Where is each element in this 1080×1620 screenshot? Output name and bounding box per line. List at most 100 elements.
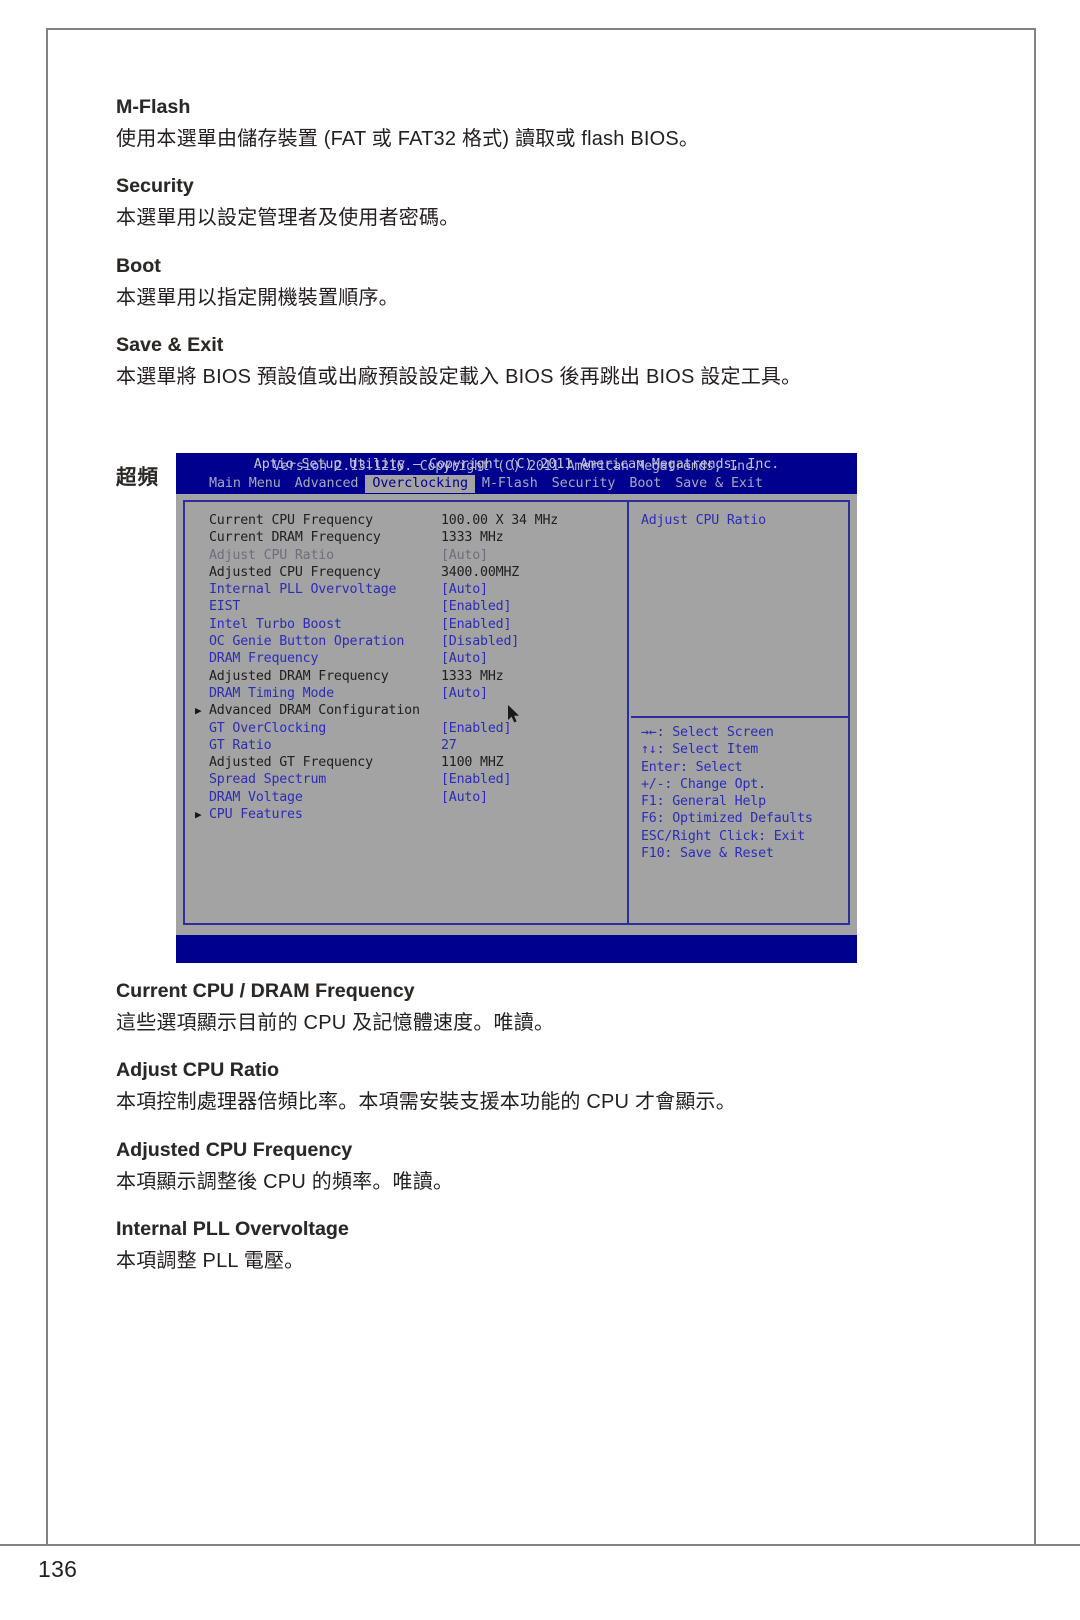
bios-setting-value[interactable]: [Auto]	[441, 581, 488, 598]
bios-setting-row[interactable]: OC Genie Button Operation [Disabled]	[195, 633, 625, 650]
bios-key-hint: F1: General Help	[641, 794, 766, 810]
section-body: 本項顯示調整後 CPU 的頻率。唯讀。	[116, 1170, 454, 1193]
bios-setting-row[interactable]: GT OverClocking [Enabled]	[195, 720, 625, 737]
bios-setting-label: Current DRAM Frequency	[209, 530, 381, 546]
bios-setting-row[interactable]: Adjusted GT Frequency 1100 MHZ	[195, 754, 625, 771]
bios-settings-list[interactable]: Current CPU Frequency 100.00 X 34 MHz Curr…	[195, 512, 625, 823]
bios-setting-row[interactable]: ▶ Advanced DRAM Configuration	[195, 702, 625, 719]
bios-menu-item-overclocking[interactable]: Overclocking	[365, 475, 475, 493]
bios-setting-label: Internal PLL Overvoltage	[209, 582, 397, 598]
section-body: 這些選項顯示目前的 CPU 及記憶體速度。唯讀。	[116, 1012, 555, 1034]
bios-setting-row[interactable]: DRAM Voltage [Auto]	[195, 789, 625, 806]
bios-setting-row[interactable]: Internal PLL Overvoltage [Auto]	[195, 581, 625, 598]
bios-menu-item-advanced[interactable]: Advanced	[288, 475, 366, 493]
submenu-triangle-icon: ▶	[195, 704, 202, 718]
bios-setting-row[interactable]: GT Ratio 27	[195, 737, 625, 754]
bios-setting-label: DRAM Timing Mode	[209, 685, 334, 701]
bios-setting-value[interactable]: 1100 MHZ	[441, 754, 504, 771]
bios-key-hint: →←: Select Screen	[641, 725, 774, 740]
bios-setting-label: Adjusted GT Frequency	[209, 755, 373, 771]
bios-setting-value[interactable]: 100.00 X 34 MHz	[441, 512, 558, 529]
bios-setting-value[interactable]: [Auto]	[441, 685, 488, 702]
section-body: 本選單用以指定開機裝置順序。	[116, 286, 399, 309]
bios-setting-value[interactable]: 27	[441, 737, 457, 754]
bios-setting-row[interactable]: ▶ CPU Features	[195, 806, 625, 823]
section-security: Security 本選單用以設定管理者及使用者密碼。	[116, 175, 946, 232]
bios-key-hint: +/-: Change Opt.	[641, 776, 766, 792]
bios-setting-label: GT Ratio	[209, 737, 272, 753]
bios-setting-label: Adjusted CPU Frequency	[209, 564, 381, 580]
bios-setting-label: Advanced DRAM Configuration	[209, 703, 420, 719]
bios-setting-label: CPU Features	[209, 807, 303, 823]
bios-key-hint: Enter: Select	[641, 759, 743, 775]
bios-key-hint: F6: Optimized Defaults	[641, 811, 813, 827]
page-border-left	[46, 28, 48, 1545]
bios-setting-value[interactable]: [Enabled]	[441, 720, 511, 737]
section-title: Current CPU / DRAM Frequency	[116, 980, 415, 1002]
section-body: 使用本選單由儲存裝置 (FAT 或 FAT32 格式) 讀取或 flash BI…	[116, 128, 700, 150]
bios-menu-item-main-menu[interactable]: Main Menu	[202, 475, 288, 493]
section-internal-pll-overvoltage: Internal PLL Overvoltage 本項調整 PLL 電壓。	[116, 1218, 946, 1275]
bios-settings-panel: Current CPU Frequency 100.00 X 34 MHz Curr…	[183, 500, 629, 925]
section-title: Internal PLL Overvoltage	[116, 1218, 349, 1241]
section-body: 本選單將 BIOS 預設值或出廠預設設定載入 BIOS 後再跳出 BIOS 設定…	[116, 366, 802, 389]
bios-key-hint: F10: Save & Reset	[641, 846, 774, 862]
bios-key-hint: ESC/Right Click: Exit	[641, 828, 805, 844]
bios-setting-label: Spread Spectrum	[209, 772, 327, 788]
bios-setting-value[interactable]: [Auto]	[441, 547, 488, 564]
bios-setting-label: DRAM Voltage	[209, 789, 303, 805]
bios-setting-value[interactable]: [Disabled]	[441, 633, 519, 650]
page-border-right	[1034, 28, 1036, 1545]
bios-setting-row[interactable]: Spread Spectrum [Enabled]	[195, 771, 625, 788]
section-title: Security	[116, 175, 194, 198]
bios-setting-label: Adjust CPU Ratio	[209, 547, 334, 563]
lower-sections: Current CPU / DRAM Frequency 這些選項顯示目前的 C…	[116, 980, 946, 1298]
bios-setting-label: GT OverClocking	[209, 720, 327, 736]
section-title: Adjusted CPU Frequency	[116, 1138, 353, 1161]
bios-setting-row[interactable]: Adjusted DRAM Frequency 1333 MHz	[195, 668, 625, 685]
bios-menu-item-boot[interactable]: Boot	[622, 475, 668, 493]
bios-menu-item-save-exit[interactable]: Save & Exit	[668, 475, 770, 493]
bios-setting-row[interactable]: Intel Turbo Boost [Enabled]	[195, 616, 625, 633]
bios-menu-bar[interactable]: Main Menu Advanced Overclocking M-Flash Secu…	[202, 475, 770, 493]
bios-setting-row[interactable]: Current CPU Frequency 100.00 X 34 MHz	[195, 512, 625, 529]
upper-sections: M-Flash 使用本選單由儲存裝置 (FAT 或 FAT32 格式) 讀取或 …	[116, 96, 946, 490]
submenu-triangle-icon: ▶	[195, 808, 202, 822]
bios-setting-row[interactable]: EIST [Enabled]	[195, 598, 625, 615]
section-title: M-Flash	[116, 96, 191, 118]
section-title: Boot	[116, 254, 161, 277]
page-border-bottom	[0, 1544, 1080, 1546]
bios-key-hint: ↑↓: Select Item	[641, 742, 759, 758]
bios-setting-row[interactable]: DRAM Frequency [Auto]	[195, 650, 625, 667]
bios-setting-value[interactable]: [Auto]	[441, 789, 488, 806]
bios-setting-label: Intel Turbo Boost	[209, 616, 342, 632]
section-boot: Boot 本選單用以指定開機裝置順序。	[116, 255, 946, 312]
bios-setting-row[interactable]: Current DRAM Frequency 1333 MHz	[195, 529, 625, 546]
section-current-cpu-dram-frequency: Current CPU / DRAM Frequency 這些選項顯示目前的 C…	[116, 980, 946, 1037]
section-body: 本選單用以設定管理者及使用者密碼。	[116, 207, 460, 230]
section-body: 本項調整 PLL 電壓。	[116, 1250, 305, 1273]
bios-setting-value[interactable]: [Enabled]	[441, 771, 511, 788]
bios-setting-value[interactable]: [Auto]	[441, 650, 488, 667]
section-body: 本項控制處理器倍頻比率。本項需安裝支援本功能的 CPU 才會顯示。	[116, 1091, 736, 1114]
bios-key-legend: →←: Select Screen ↑↓: Select Item Enter: S…	[641, 724, 813, 862]
bios-menu-item-m-flash[interactable]: M-Flash	[475, 475, 545, 493]
bios-setting-row[interactable]: Adjust CPU Ratio [Auto]	[195, 547, 625, 564]
bios-setting-value[interactable]: 3400.00MHZ	[441, 564, 519, 581]
section-m-flash: M-Flash 使用本選單由儲存裝置 (FAT 或 FAT32 格式) 讀取或 …	[116, 96, 946, 153]
section-title: Save & Exit	[116, 334, 224, 357]
bios-setting-value[interactable]: 1333 MHz	[441, 529, 504, 546]
bios-setting-value[interactable]: 1333 MHz	[441, 668, 504, 685]
bios-footer-bar	[176, 935, 857, 963]
bios-setting-label: Adjusted DRAM Frequency	[209, 668, 389, 684]
bios-setting-value[interactable]: [Enabled]	[441, 616, 511, 633]
bios-help-panel: Adjust CPU Ratio →←: Select Screen ↑↓: Se…	[627, 500, 850, 925]
section-title: Adjust CPU Ratio	[116, 1059, 280, 1082]
bios-help-title: Adjust CPU Ratio	[641, 513, 766, 528]
bios-setting-value[interactable]: [Enabled]	[441, 598, 511, 615]
bios-menu-item-security[interactable]: Security	[545, 475, 623, 493]
bios-setting-row[interactable]: Adjusted CPU Frequency 3400.00MHZ	[195, 564, 625, 581]
help-divider	[631, 716, 850, 718]
section-adjusted-cpu-frequency: Adjusted CPU Frequency 本項顯示調整後 CPU 的頻率。唯…	[116, 1139, 946, 1196]
bios-setting-row[interactable]: DRAM Timing Mode [Auto]	[195, 685, 625, 702]
